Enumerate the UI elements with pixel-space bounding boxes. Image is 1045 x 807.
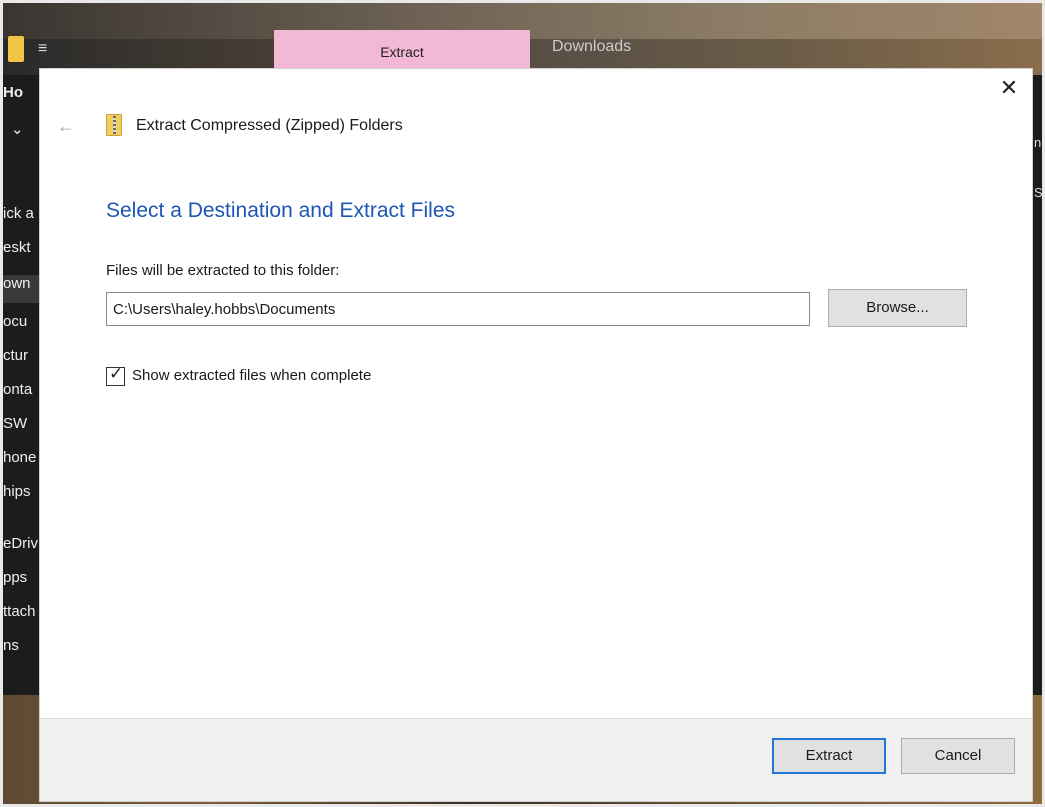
dialog-footer: Extract Cancel bbox=[40, 718, 1032, 801]
nav-item[interactable]: ocu bbox=[3, 313, 27, 330]
nav-item[interactable]: onta bbox=[3, 381, 32, 398]
search-box-fragment[interactable]: n bbox=[1034, 135, 1041, 150]
nav-item-selected[interactable]: own bbox=[3, 275, 39, 303]
nav-item[interactable]: ttach bbox=[3, 603, 36, 620]
nav-item[interactable]: SW bbox=[3, 415, 27, 432]
destination-label: Files will be extracted to this folder: bbox=[106, 262, 340, 279]
nav-item[interactable]: pps bbox=[3, 569, 27, 586]
zip-folder-icon bbox=[106, 114, 122, 136]
explorer-window-title: Downloads bbox=[552, 38, 632, 55]
checkmark-icon: ✓ bbox=[109, 364, 124, 383]
browse-button[interactable]: Browse... bbox=[828, 289, 967, 327]
destination-path-input[interactable] bbox=[106, 292, 810, 326]
expand-ribbon-icon[interactable]: ⌄ bbox=[11, 120, 24, 138]
ribbon-home-tab[interactable]: Ho bbox=[3, 84, 23, 101]
explorer-right-edge: n S bbox=[1033, 75, 1042, 695]
show-files-label[interactable]: Show extracted files when complete bbox=[132, 367, 371, 384]
back-arrow-icon[interactable]: ← bbox=[55, 115, 77, 137]
nav-item[interactable]: eskt bbox=[3, 239, 31, 256]
extract-button[interactable]: Extract bbox=[772, 738, 886, 774]
extract-dialog: ✕ ← Extract Compressed (Zipped) Folders … bbox=[39, 68, 1033, 802]
nav-item[interactable]: ick a bbox=[3, 205, 34, 222]
close-icon[interactable]: ✕ bbox=[996, 75, 1022, 101]
column-header-fragment: S bbox=[1034, 185, 1042, 200]
show-files-checkbox[interactable]: ✓ bbox=[106, 364, 125, 386]
quick-access-menu-icon[interactable]: ≡ bbox=[38, 40, 47, 58]
nav-item[interactable]: eDriv bbox=[3, 535, 38, 552]
folder-icon bbox=[8, 36, 24, 62]
nav-item[interactable]: ctur bbox=[3, 347, 28, 364]
page-heading: Select a Destination and Extract Files bbox=[106, 199, 456, 222]
dialog-title: Extract Compressed (Zipped) Folders bbox=[136, 117, 403, 134]
explorer-nav-pane: Ho ⌄ ick a eskt own ocu ctur onta SW hon… bbox=[3, 75, 39, 697]
nav-item[interactable]: hips bbox=[3, 483, 31, 500]
cancel-button[interactable]: Cancel bbox=[901, 738, 1015, 774]
status-bar-text: ns bbox=[3, 637, 19, 654]
nav-item[interactable]: hone bbox=[3, 449, 36, 466]
